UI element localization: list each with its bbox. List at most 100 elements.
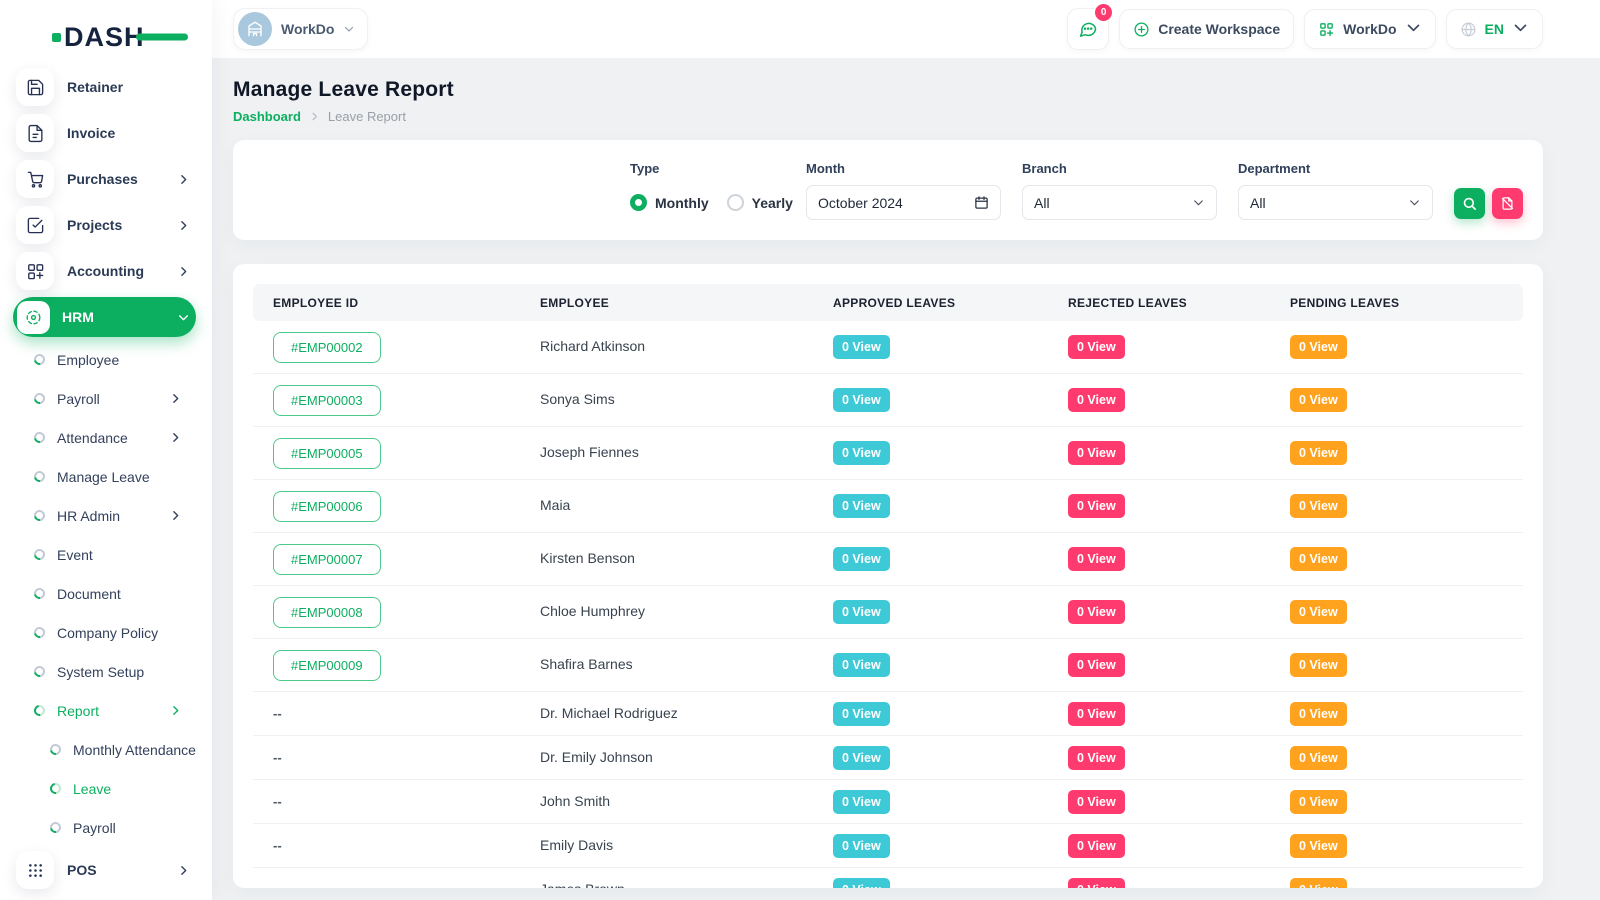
filter-buttons <box>1454 188 1523 219</box>
sidebar-item-hrm[interactable]: HRM <box>13 297 196 337</box>
employee-id-button[interactable]: #EMP00008 <box>273 597 381 628</box>
column-header-pending-leaves: PENDING LEAVES <box>1270 296 1523 310</box>
pending-leaves-view-badge[interactable]: 0 View <box>1290 547 1347 571</box>
approved-leaves-view-badge[interactable]: 0 View <box>833 547 890 571</box>
sidebar-item-payroll[interactable]: Payroll <box>0 379 212 418</box>
rejected-leaves-view-badge[interactable]: 0 View <box>1068 494 1125 518</box>
sidebar-item-document[interactable]: Document <box>0 574 212 613</box>
app-logo[interactable]: DASH <box>52 14 172 60</box>
sidebar-item-company-policy[interactable]: Company Policy <box>0 613 212 652</box>
approved-leaves-view-badge[interactable]: 0 View <box>833 746 890 770</box>
messages-button[interactable]: 0 <box>1067 8 1109 50</box>
employee-id-button[interactable]: #EMP00005 <box>273 438 381 469</box>
approved-leaves-view-badge[interactable]: 0 View <box>833 834 890 858</box>
approved-leaves-view-badge[interactable]: 0 View <box>833 388 890 412</box>
sidebar-item-system-setup[interactable]: System Setup <box>0 652 212 691</box>
approved-leaves-view-badge[interactable]: 0 View <box>833 653 890 677</box>
sidebar-item-hr-admin[interactable]: HR Admin <box>0 496 212 535</box>
approved-leaves-view-badge[interactable]: 0 View <box>833 335 890 359</box>
pending-leaves-view-badge[interactable]: 0 View <box>1290 600 1347 624</box>
workspace-selector[interactable]: WorkDo <box>233 8 368 50</box>
search-button[interactable] <box>1454 188 1485 219</box>
department-select[interactable]: All <box>1238 185 1433 220</box>
sidebar-item-label: Document <box>57 586 121 602</box>
employee-id-button[interactable]: #EMP00007 <box>273 544 381 575</box>
sidebar-item-report[interactable]: Report <box>0 691 212 730</box>
rejected-leaves-view-badge[interactable]: 0 View <box>1068 702 1125 726</box>
sidebar-item-event[interactable]: Event <box>0 535 212 574</box>
chevron-down-icon <box>343 23 355 35</box>
approved-leaves-view-badge[interactable]: 0 View <box>833 878 890 889</box>
pending-leaves-view-badge[interactable]: 0 View <box>1290 834 1347 858</box>
workspace-avatar <box>238 12 272 46</box>
month-input[interactable]: October 2024 <box>806 185 1001 220</box>
pending-leaves-view-badge[interactable]: 0 View <box>1290 388 1347 412</box>
pending-leaves-view-badge[interactable]: 0 View <box>1290 653 1347 677</box>
pending-leaves-view-badge[interactable]: 0 View <box>1290 335 1347 359</box>
table-row: --Emily Davis0 View0 View0 View <box>253 824 1523 868</box>
employee-id-button[interactable]: #EMP00003 <box>273 385 381 416</box>
sidebar-item-accounting[interactable]: Accounting <box>0 248 212 294</box>
employee-name: Emily Davis <box>540 837 613 853</box>
table-row: --James Brown0 View0 View0 View <box>253 868 1523 888</box>
sidebar-item-label: POS <box>67 862 97 878</box>
rejected-leaves-view-badge[interactable]: 0 View <box>1068 653 1125 677</box>
approved-leaves-view-badge[interactable]: 0 View <box>833 600 890 624</box>
employee-id-button[interactable]: #EMP00009 <box>273 650 381 681</box>
rejected-leaves-view-badge[interactable]: 0 View <box>1068 441 1125 465</box>
rejected-leaves-view-badge[interactable]: 0 View <box>1068 878 1125 889</box>
create-workspace-button[interactable]: Create Workspace <box>1119 9 1294 49</box>
approved-leaves-view-badge[interactable]: 0 View <box>833 702 890 726</box>
topbar-actions: 0 Create Workspace WorkDo <box>1067 8 1543 50</box>
rejected-leaves-view-badge[interactable]: 0 View <box>1068 834 1125 858</box>
pending-leaves-view-badge[interactable]: 0 View <box>1290 746 1347 770</box>
branch-select[interactable]: All <box>1022 185 1217 220</box>
bullet-icon <box>32 430 47 445</box>
radio-yearly[interactable]: Yearly <box>727 194 793 211</box>
sidebar-item-employee[interactable]: Employee <box>0 340 212 379</box>
sidebar-item-monthly-attendance[interactable]: Monthly Attendance <box>0 730 212 769</box>
rejected-leaves-view-badge[interactable]: 0 View <box>1068 547 1125 571</box>
sidebar-item-label: Payroll <box>73 820 116 836</box>
sidebar-item-purchases[interactable]: Purchases <box>0 156 212 202</box>
pending-leaves-view-badge[interactable]: 0 View <box>1290 702 1347 726</box>
sidebar-item-manage-leave[interactable]: Manage Leave <box>0 457 212 496</box>
sidebar-item-label: Accounting <box>67 263 144 279</box>
pending-leaves-view-badge[interactable]: 0 View <box>1290 494 1347 518</box>
breadcrumb-current: Leave Report <box>328 109 406 124</box>
approved-leaves-view-badge[interactable]: 0 View <box>833 441 890 465</box>
pending-leaves-view-badge[interactable]: 0 View <box>1290 441 1347 465</box>
rejected-leaves-view-badge[interactable]: 0 View <box>1068 790 1125 814</box>
pending-leaves-view-badge[interactable]: 0 View <box>1290 878 1347 889</box>
employee-name: Shafira Barnes <box>540 656 633 672</box>
approved-leaves-view-badge[interactable]: 0 View <box>833 494 890 518</box>
employee-id-button[interactable]: #EMP00006 <box>273 491 381 522</box>
sidebar-item-label: System Setup <box>57 664 144 680</box>
employee-name: Maia <box>540 497 570 513</box>
rejected-leaves-view-badge[interactable]: 0 View <box>1068 388 1125 412</box>
sidebar-item-projects[interactable]: Projects <box>0 202 212 248</box>
grid-plus-icon <box>1318 21 1335 38</box>
branch-filter-group: Branch All <box>1022 161 1217 220</box>
language-button[interactable]: EN <box>1446 9 1543 49</box>
approved-leaves-view-badge[interactable]: 0 View <box>833 790 890 814</box>
pending-leaves-view-badge[interactable]: 0 View <box>1290 790 1347 814</box>
sidebar-item-attendance[interactable]: Attendance <box>0 418 212 457</box>
rejected-leaves-view-badge[interactable]: 0 View <box>1068 746 1125 770</box>
sidebar-item-label: Employee <box>57 352 119 368</box>
employee-id-button[interactable]: #EMP00002 <box>273 332 381 363</box>
plus-circle-icon <box>1133 21 1150 38</box>
rejected-leaves-view-badge[interactable]: 0 View <box>1068 335 1125 359</box>
app-switcher-button[interactable]: WorkDo <box>1304 9 1435 49</box>
chevron-right-icon <box>309 111 320 122</box>
branch-label: Branch <box>1022 161 1217 176</box>
clear-filter-button[interactable] <box>1492 188 1523 219</box>
sidebar-item-pos[interactable]: POS <box>0 847 212 893</box>
rejected-leaves-view-badge[interactable]: 0 View <box>1068 600 1125 624</box>
sidebar-item-invoice[interactable]: Invoice <box>0 110 212 156</box>
radio-monthly[interactable]: Monthly <box>630 194 709 211</box>
sidebar-item-retainer[interactable]: Retainer <box>0 64 212 110</box>
sidebar-item-leave[interactable]: Leave <box>0 769 212 808</box>
breadcrumb-dashboard-link[interactable]: Dashboard <box>233 109 301 124</box>
sidebar-item-payroll[interactable]: Payroll <box>0 808 212 847</box>
